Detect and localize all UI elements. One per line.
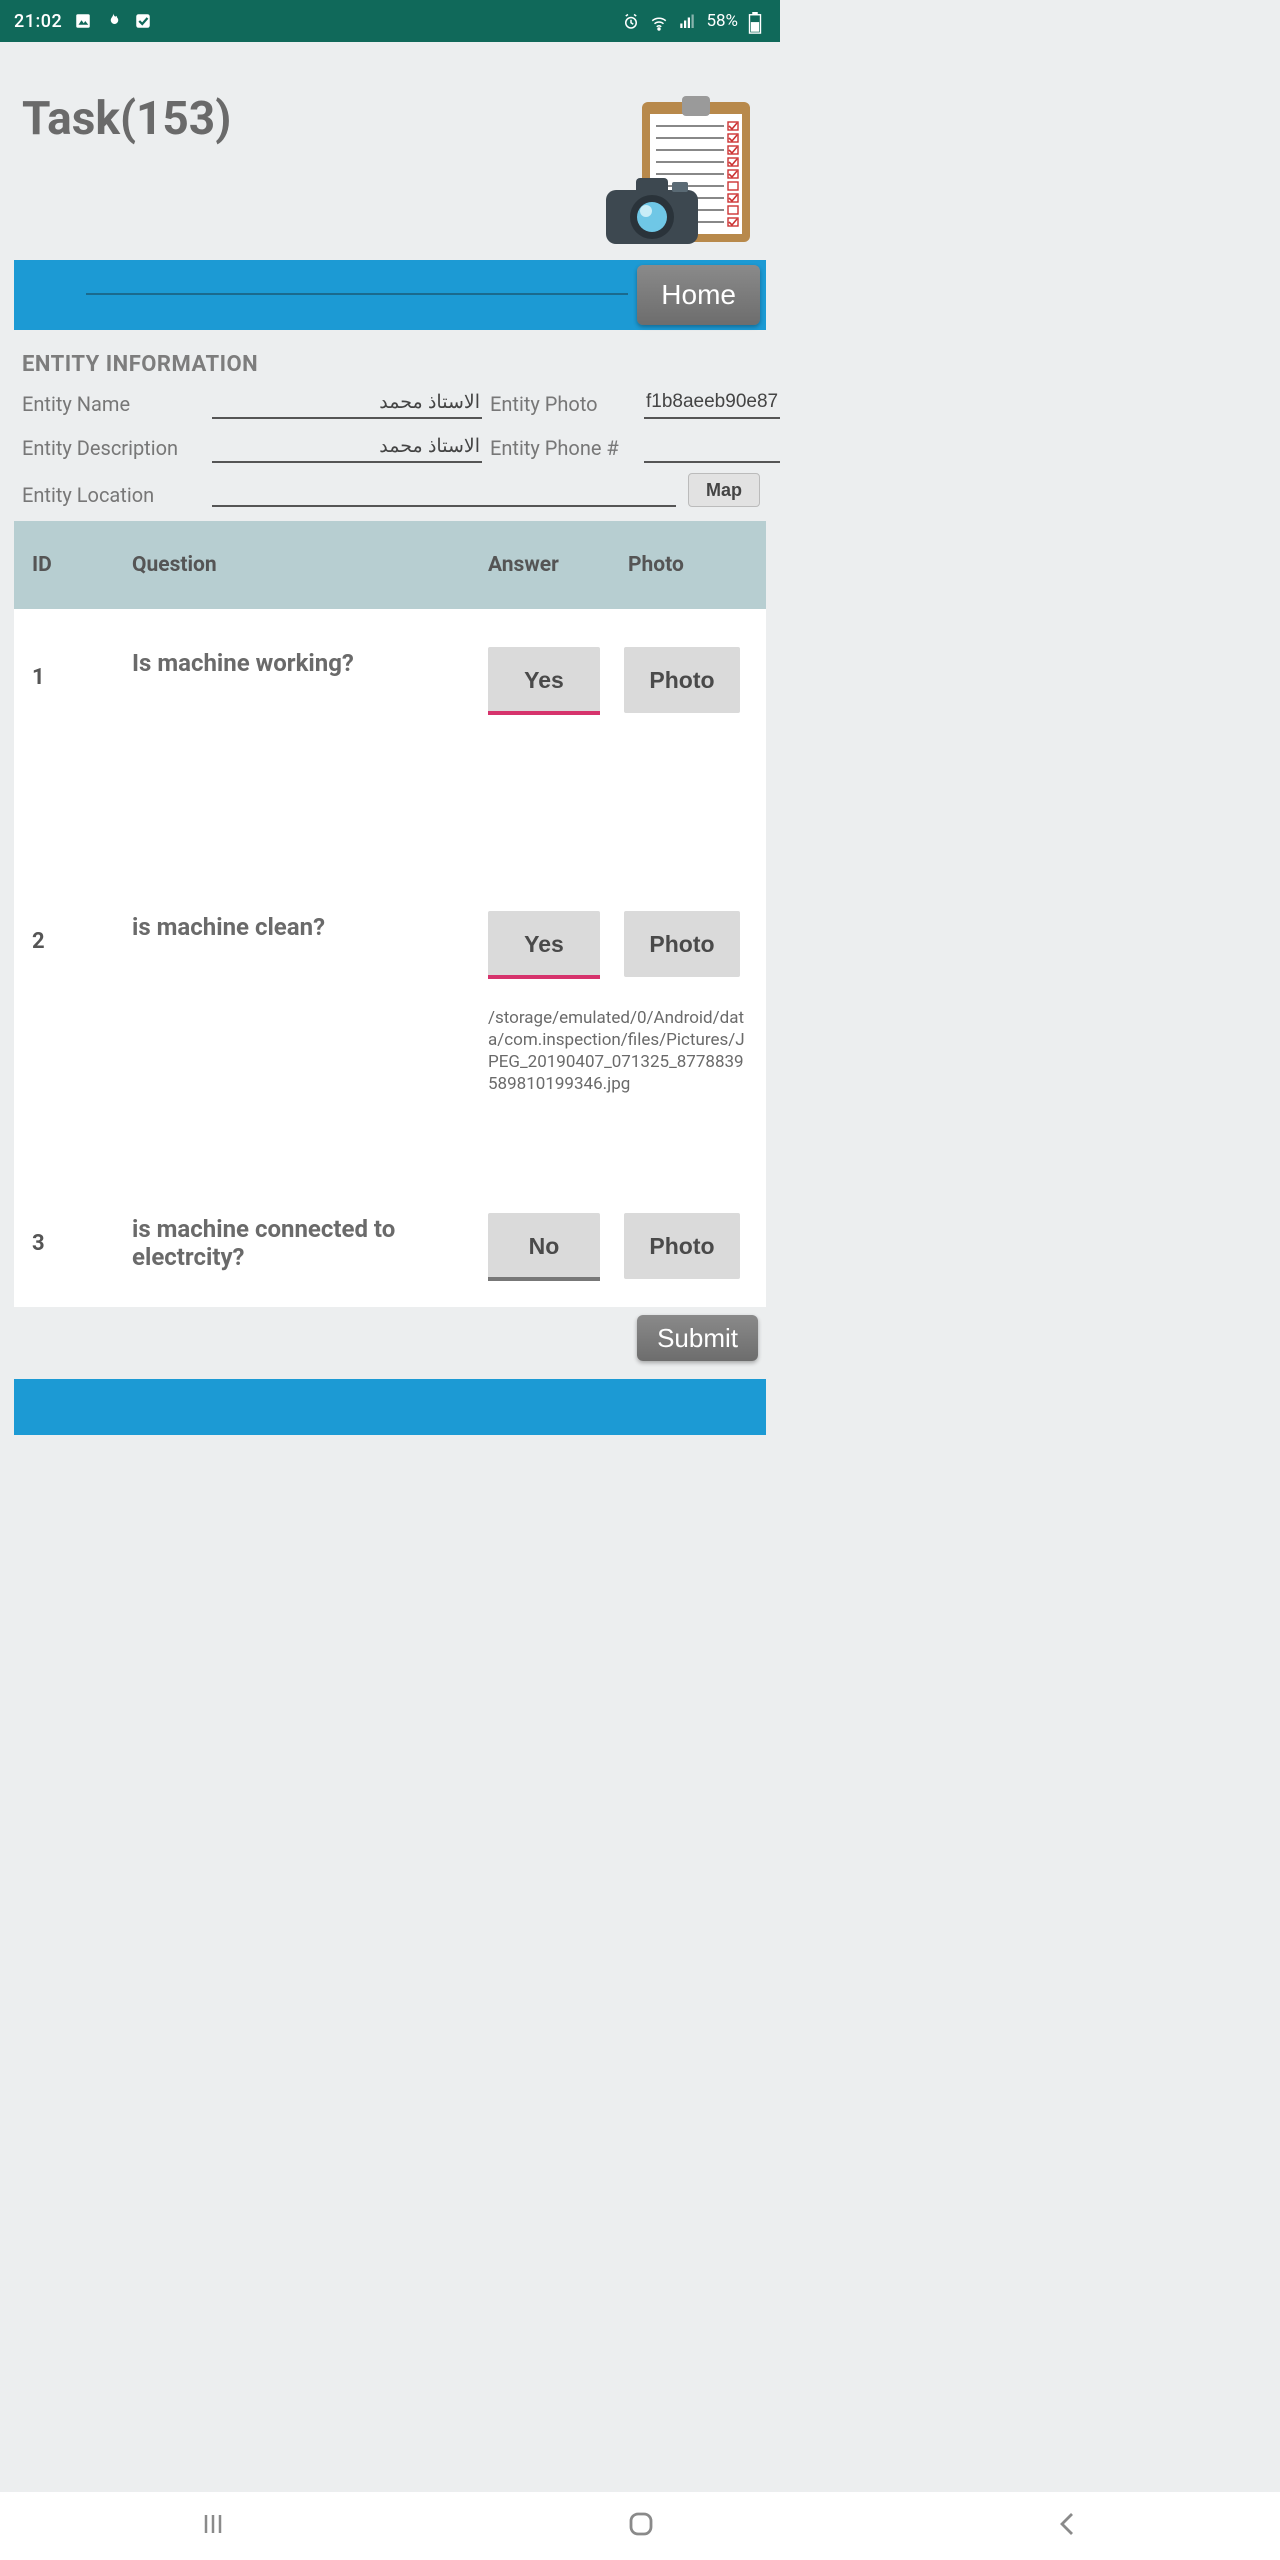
entity-name-field[interactable] [212,389,482,419]
status-time: 21:02 [14,11,62,32]
answer-button[interactable]: Yes [488,911,600,977]
col-answer: Answer [488,553,628,577]
map-button[interactable]: Map [688,473,760,507]
back-icon[interactable] [1054,2510,1082,2542]
home-icon[interactable] [625,2508,657,2544]
clipboard-camera-icon [598,92,758,247]
page-title: Task(153) [22,92,231,146]
col-photo: Photo [628,553,748,577]
question-text: Is machine working? [132,647,488,713]
submit-button[interactable]: Submit [637,1315,758,1361]
photo-path: /storage/emulated/0/Android/data/com.ins… [488,1007,748,1095]
footer-bar [14,1379,766,1435]
entity-phone-field[interactable] [644,433,780,463]
question-text: is machine connected to electrcity? [132,1213,488,1279]
entity-phone-label: Entity Phone # [490,436,636,460]
check-icon [134,12,152,30]
entity-desc-field[interactable] [212,433,482,463]
battery-percent: 58% [706,11,738,31]
task-title-input[interactable] [86,293,628,295]
entity-photo-label: Entity Photo [490,392,636,416]
answer-button[interactable]: No [488,1213,600,1279]
status-bar: 21:02 58% [0,0,780,42]
entity-location-field[interactable] [212,477,676,507]
signal-icon [678,12,696,30]
answer-button[interactable]: Yes [488,647,600,713]
task-title-bar: Home [14,260,766,330]
gallery-icon [74,12,92,30]
question-row: 2 is machine clean? Yes Photo /storage/e… [14,873,766,1175]
question-id: 3 [32,1213,132,1279]
entity-desc-label: Entity Description [22,436,204,460]
questions-list: 1 Is machine working? Yes Photo 2 is mac… [14,609,766,1307]
android-nav-bar [0,2492,1280,2560]
entity-name-label: Entity Name [22,392,204,416]
section-title: ENTITY INFORMATION [22,352,780,377]
home-button[interactable]: Home [637,265,760,325]
question-row: 1 Is machine working? Yes Photo [14,609,766,873]
entity-location-label: Entity Location [22,483,204,507]
flame-icon [104,12,122,30]
submit-row: Submit [0,1307,780,1371]
entity-location-row: Entity Location Map [0,477,780,507]
alarm-icon [622,12,640,30]
entity-info-grid: Entity Name Entity Photo Entity Descript… [0,389,780,463]
recents-icon[interactable] [198,2509,228,2543]
photo-button[interactable]: Photo [624,1213,740,1279]
battery-icon [748,12,766,30]
entity-photo-field[interactable] [644,389,780,419]
question-row: 3 is machine connected to electrcity? No… [14,1175,766,1307]
photo-button[interactable]: Photo [624,647,740,713]
col-question: Question [132,553,488,577]
questions-header: ID Question Answer Photo [14,521,766,609]
col-id: ID [32,553,132,577]
question-text: is machine clean? [132,911,488,1095]
photo-button[interactable]: Photo [624,911,740,977]
wifi-icon [650,12,668,30]
question-id: 2 [32,911,132,1095]
title-row: Task(153) [0,42,780,260]
question-id: 1 [32,647,132,713]
